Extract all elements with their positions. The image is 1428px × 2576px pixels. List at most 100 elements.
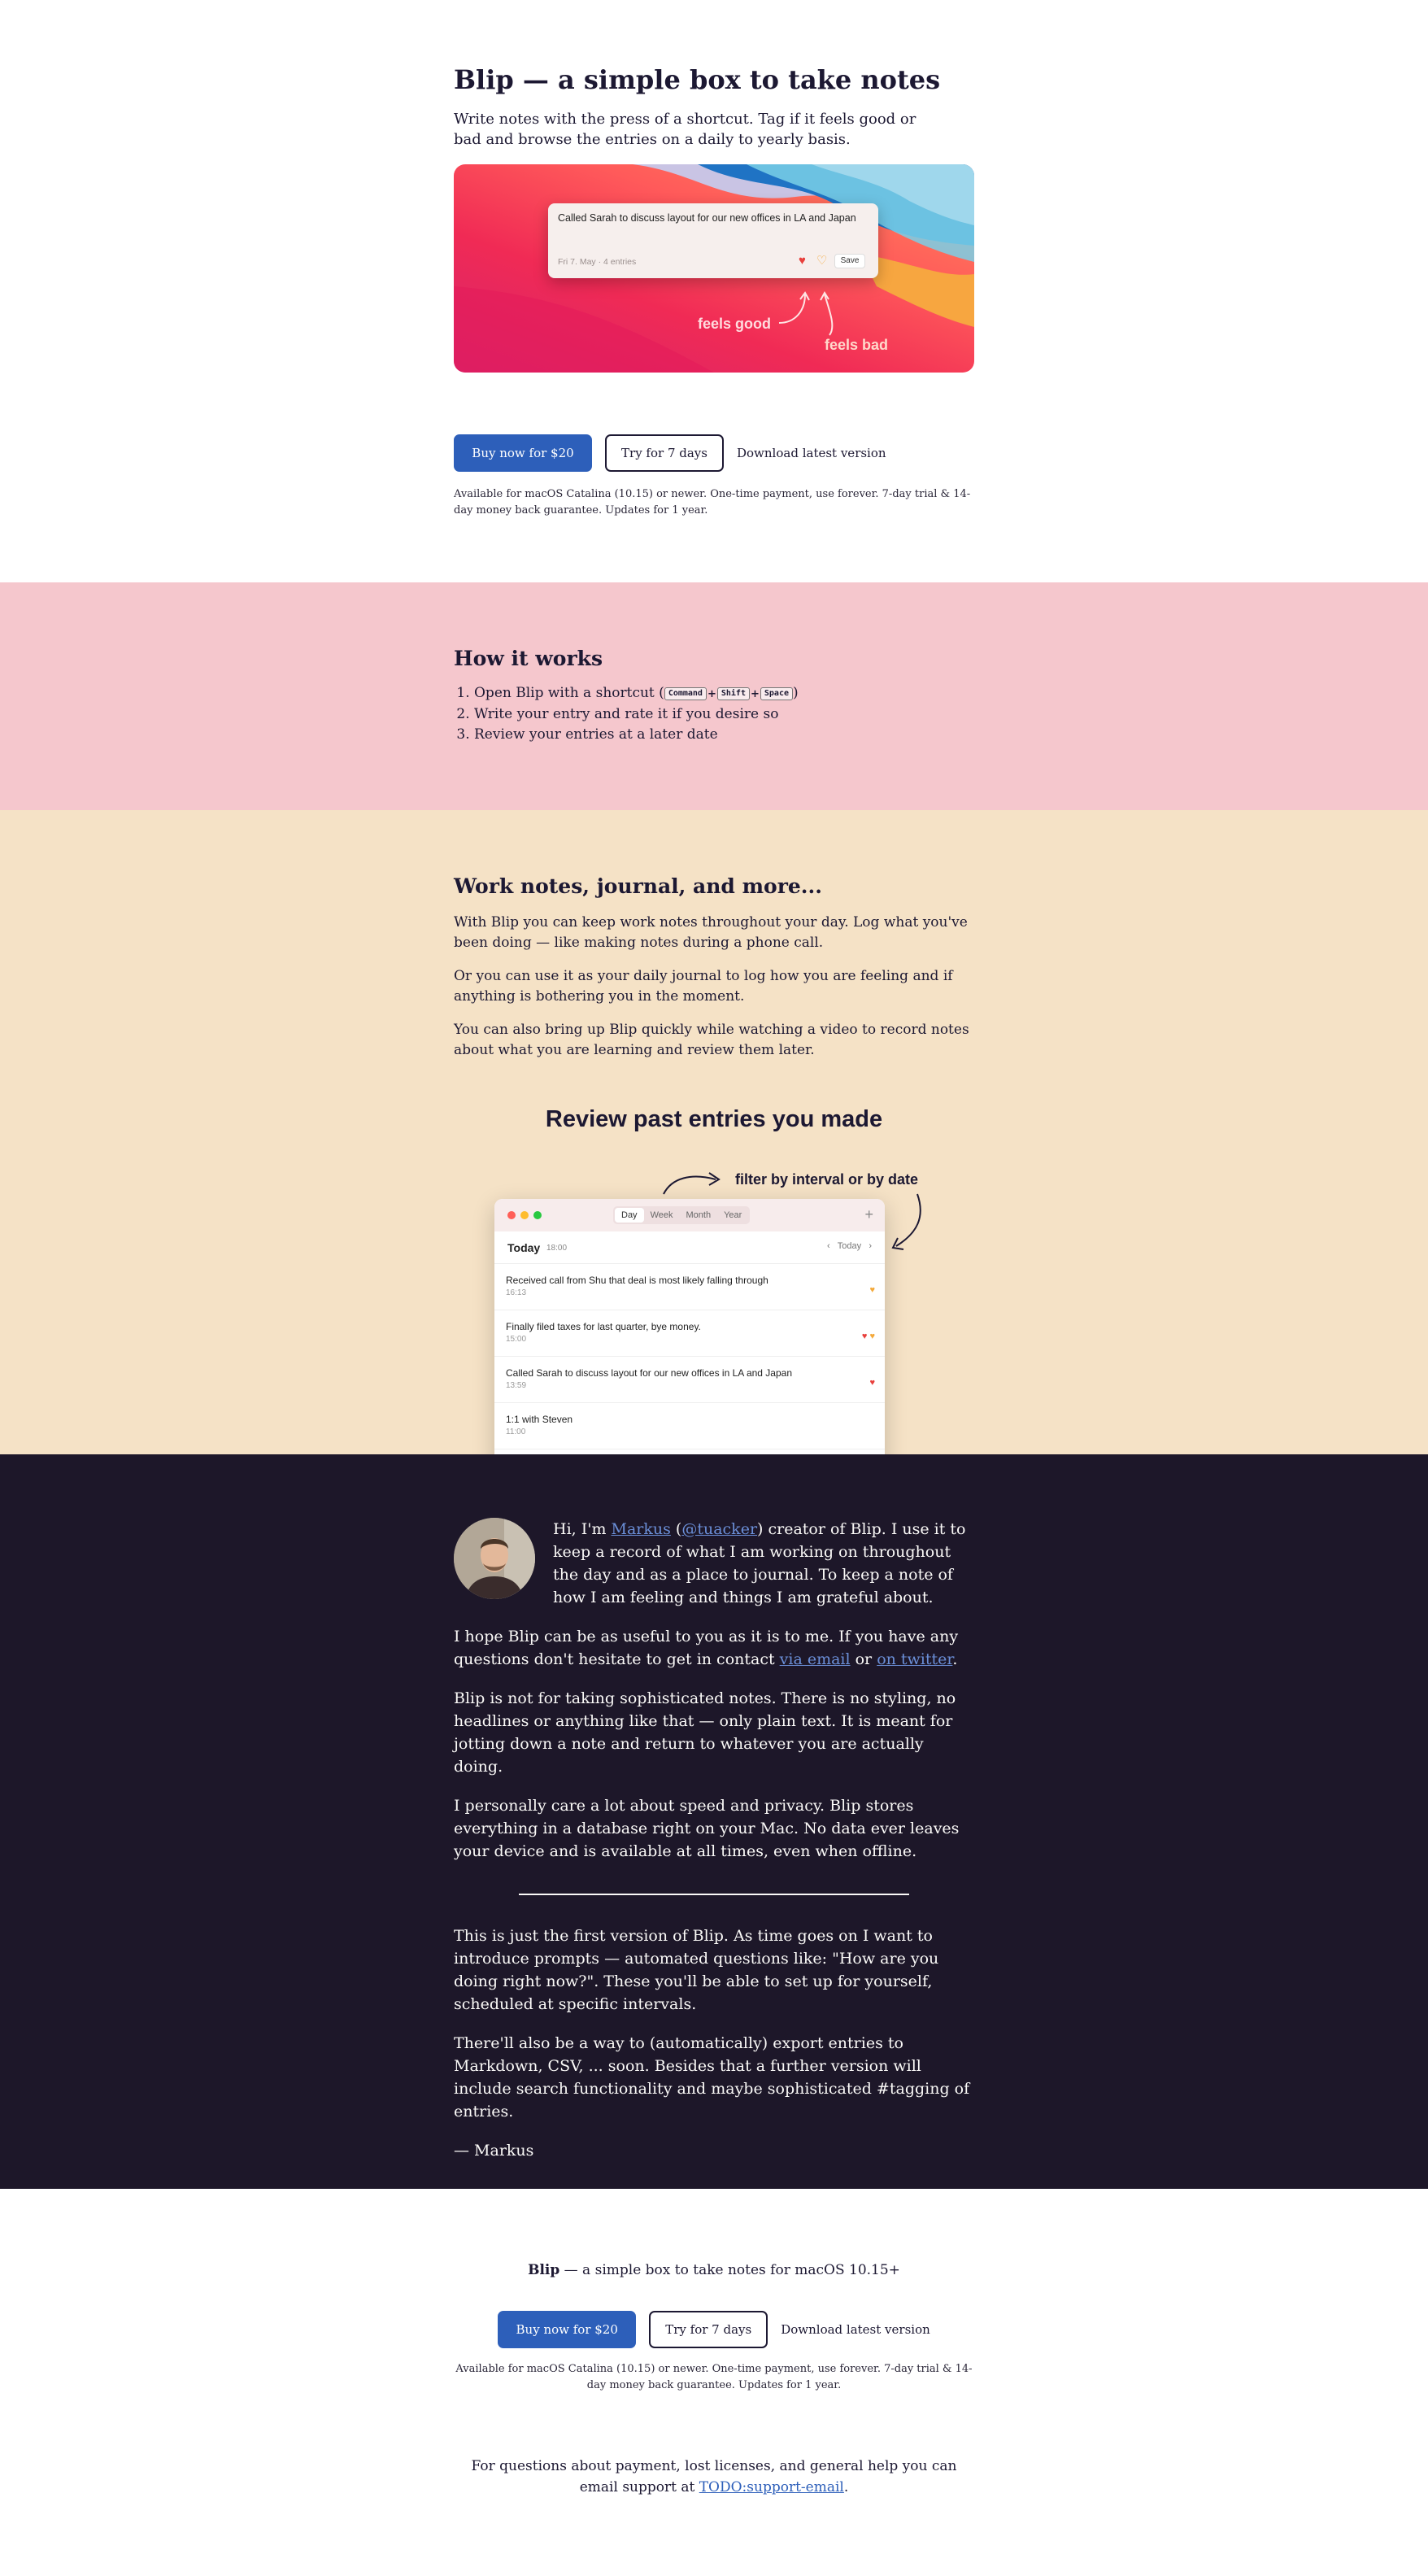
tab-year[interactable]: Year [717, 1208, 748, 1223]
footer-try-button[interactable]: Try for 7 days [649, 2311, 768, 2348]
footer-fine-print: Available for macOS Catalina (10.15) or … [455, 2363, 973, 2391]
twitter-link[interactable]: on twitter [877, 1650, 952, 1668]
entry-time: 16:13 [506, 1288, 527, 1297]
bio-text-2: ( [670, 1520, 682, 1538]
key-command: Command [664, 687, 707, 700]
hero-intro: Write notes with the press of a shortcut… [454, 111, 916, 148]
list-item[interactable]: Called Sarah to discuss layout for our n… [494, 1357, 885, 1403]
page-title: Blip — a simple box to take notes [454, 63, 974, 96]
rating: ♥ ♥ [862, 1332, 875, 1341]
contact-paragraph: I hope Blip can be as useful to you as i… [454, 1625, 974, 1671]
entry-time: 11:00 [506, 1427, 526, 1436]
chevron-right-icon[interactable]: › [869, 1241, 872, 1251]
title-tagline: — a simple box to take notes [513, 64, 941, 95]
contact-or: or [850, 1650, 877, 1668]
footer-download-link[interactable]: Download latest version [781, 2322, 930, 2337]
entry-text: Called Sarah to discuss layout for our n… [506, 1367, 792, 1379]
how-it-works-section: How it works Open Blip with a shortcut (… [0, 582, 1428, 810]
bio-text: Hi, I'm Markus (@tuacker) creator of Bli… [553, 1518, 974, 1609]
footer-tagline: Blip — a simple box to take notes for ma… [454, 2262, 974, 2278]
arrow-bad-icon [824, 294, 834, 336]
footer-buy-button[interactable]: Buy now for $20 [498, 2311, 637, 2348]
hero-section: Blip — a simple box to take notes Write … [0, 0, 1428, 582]
plus-icon: + [750, 688, 760, 700]
add-icon[interactable]: + [864, 1206, 873, 1223]
arrow-left-icon [663, 1175, 716, 1195]
try-button[interactable]: Try for 7 days [605, 434, 724, 472]
day-label: Today [507, 1241, 541, 1254]
footer-tagline-text: — a simple box to take notes for macOS 1… [559, 2262, 900, 2278]
footer-section: Blip — a simple box to take notes for ma… [0, 2189, 1428, 2576]
key-shift: Shift [716, 687, 750, 700]
avatar [454, 1518, 535, 1599]
review-title: Review past entries you made [545, 1106, 883, 1132]
help-text-end: . [843, 2479, 849, 2495]
person-icon [454, 1518, 535, 1599]
cta-row: Buy now for $20 Try for 7 days Download … [454, 434, 974, 472]
email-link[interactable]: via email [780, 1650, 851, 1668]
app-titlebar: Day Week Month Year + [494, 1199, 885, 1231]
footer-brand: Blip [528, 2262, 560, 2278]
step-1-text: Open Blip with a shortcut ( [474, 685, 664, 701]
day-time: 18:00 [546, 1244, 568, 1253]
plus-icon: + [707, 688, 716, 700]
about-section: Hi, I'm Markus (@tuacker) creator of Bli… [0, 1454, 1428, 2189]
day-header: Today 18:00 ‹ Today › [494, 1231, 885, 1264]
minimize-dot-icon [520, 1211, 529, 1219]
label-feels-bad: feels bad [825, 337, 889, 353]
footer-cta-row: Buy now for $20 Try for 7 days Download … [454, 2311, 974, 2348]
step-2: Write your entry and rate it if you desi… [474, 704, 974, 725]
work-paragraph: Or you can use it as your daily journal … [454, 968, 953, 1005]
step-3: Review your entries at a later date [474, 725, 974, 745]
entry-time: 15:00 [506, 1335, 527, 1344]
interval-tabs: Day Week Month Year [613, 1206, 751, 1224]
tab-day[interactable]: Day [615, 1208, 644, 1223]
entry-text: Finally filed taxes for last quarter, by… [506, 1321, 701, 1332]
work-paragraph: You can also bring up Blip quickly while… [454, 1022, 969, 1058]
today-button[interactable]: Today [838, 1241, 861, 1251]
step-1: Open Blip with a shortcut (Command+Shift… [474, 683, 974, 704]
step-1-suffix: ) [793, 685, 799, 701]
heart-good-icon: ♥ [861, 1332, 868, 1341]
entry-time: 13:59 [506, 1381, 527, 1390]
date-nav: ‹ Today › [827, 1241, 872, 1251]
markus-link[interactable]: Markus [612, 1520, 671, 1538]
heart-bad-icon: ♥ [869, 1332, 875, 1341]
app-window: Day Week Month Year + Today 18:00 ‹ Toda… [494, 1199, 885, 1454]
about-paragraph: There'll also be a way to (automatically… [454, 2034, 970, 2121]
bio: Hi, I'm Markus (@tuacker) creator of Bli… [454, 1518, 974, 1609]
how-steps: Open Blip with a shortcut (Command+Shift… [454, 683, 974, 745]
rating: ♥ [869, 1378, 875, 1388]
hero-arrows [778, 291, 834, 336]
buy-button[interactable]: Buy now for $20 [454, 434, 592, 472]
signoff: — Markus [454, 2142, 534, 2160]
support-email-link[interactable]: TODO:support-email [699, 2479, 844, 2495]
bio-text-1: Hi, I'm [553, 1520, 612, 1538]
list-item[interactable]: 1:1 with Steven 11:00 [494, 1403, 885, 1449]
work-title: Work notes, journal, and more... [454, 874, 822, 898]
about-paragraph: Blip is not for taking sophisticated not… [454, 1689, 956, 1776]
about-paragraph: I personally care a lot about speed and … [454, 1797, 960, 1860]
entry-text: 1:1 with Steven [506, 1414, 573, 1425]
download-link[interactable]: Download latest version [737, 446, 886, 460]
use-cases-section: Work notes, journal, and more... With Bl… [0, 810, 1428, 1454]
twitter-handle-link[interactable]: @tuacker [681, 1520, 757, 1538]
label-feels-good: feels good [698, 316, 772, 332]
heart-good-icon: ♥ [869, 1378, 875, 1388]
heart-bad-icon: ♥ [869, 1285, 875, 1295]
chevron-left-icon[interactable]: ‹ [827, 1241, 830, 1251]
tab-week[interactable]: Week [644, 1208, 680, 1223]
hero-screenshot: Called Sarah to discuss layout for our n… [454, 164, 974, 373]
contact-end: . [952, 1650, 958, 1668]
rating: ♥ [869, 1285, 875, 1295]
close-dot-icon [507, 1211, 516, 1219]
tab-month[interactable]: Month [679, 1208, 717, 1223]
list-item[interactable]: Finally filed taxes for last quarter, by… [494, 1310, 885, 1357]
divider [519, 1894, 909, 1895]
key-space: Space [760, 687, 793, 700]
entry-text: Received call from Shu that deal is most… [506, 1275, 768, 1286]
work-paragraph: With Blip you can keep work notes throug… [454, 914, 968, 951]
fine-print: Available for macOS Catalina (10.15) or … [454, 488, 971, 517]
how-title: How it works [454, 647, 603, 670]
list-item[interactable]: Received call from Shu that deal is most… [494, 1264, 885, 1310]
